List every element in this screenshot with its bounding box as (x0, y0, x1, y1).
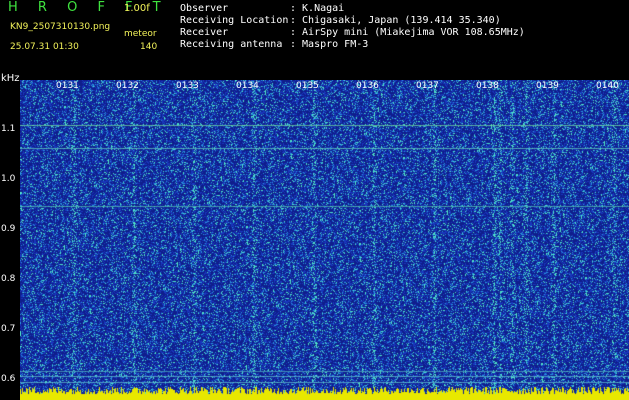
x-tick-label: 0138 (476, 81, 499, 91)
meteor-label: meteor (124, 29, 157, 39)
info-label-location: Receiving Location (180, 15, 289, 26)
x-tick-label: 0132 (116, 81, 139, 91)
meteor-count: 140 (140, 42, 158, 52)
info-value-location: : Chigasaki, Japan (139.414 35.340) (290, 15, 501, 26)
y-tick-label: 0.9 (1, 224, 16, 234)
y-tick-label: 1.1 (1, 124, 16, 134)
info-value-receiver: : AirSpy mini (Miakejima VOR 108.65MHz) (290, 27, 525, 38)
y-tick-label: 1.0 (1, 174, 16, 184)
x-tick-label: 0136 (356, 81, 379, 91)
x-tick-label: 0134 (236, 81, 259, 91)
filename-label: KN9_2507310130.png (10, 22, 111, 32)
info-label-receiver: Receiver (180, 27, 229, 38)
y-tick-label: 0.6 (1, 374, 16, 384)
x-tick-label: 0133 (176, 81, 199, 91)
info-value-observer: : K.Nagai (290, 3, 345, 14)
spectrogram (20, 80, 629, 400)
datetime-label: 25.07.31 01:30 (10, 42, 79, 52)
info-value-antenna: : Maspro FM-3 (290, 39, 369, 50)
x-tick-label: 0131 (56, 81, 79, 91)
spectrogram-canvas (20, 80, 629, 400)
y-tick-label: 0.8 (1, 274, 16, 284)
x-tick-label: 0137 (416, 81, 439, 91)
y-axis: 1.1 1.0 0.9 0.8 0.7 0.6 (0, 0, 20, 400)
info-label-antenna: Receiving antenna (180, 39, 283, 50)
info-label-observer: Observer (180, 3, 229, 14)
version-label: 1.00f (124, 3, 150, 14)
y-tick-label: 0.7 (1, 324, 16, 334)
x-tick-label: 0135 (296, 81, 319, 91)
x-tick-label: 0139 (536, 81, 559, 91)
x-tick-label: 0140 (596, 81, 619, 91)
